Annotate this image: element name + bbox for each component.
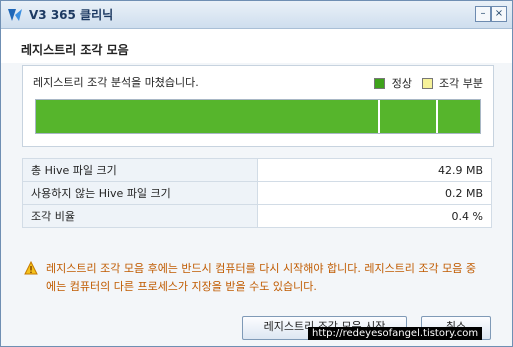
map-segment: [36, 100, 378, 133]
fragmentation-map: [35, 99, 481, 134]
analysis-message: 레지스트리 조각 분석을 마쳤습니다.: [33, 76, 199, 89]
legend-normal-label: 정상: [391, 77, 413, 90]
title-bar: V3 365 클리닉 – ×: [1, 1, 512, 29]
table-row: 조각 비율 0.4 %: [22, 204, 492, 228]
legend: 정상 조각 부분: [374, 75, 483, 91]
info-value: 0.4 %: [257, 204, 492, 228]
info-value: 42.9 MB: [257, 158, 492, 182]
page-title: 레지스트리 조각 모음: [21, 43, 129, 57]
table-row: 총 Hive 파일 크기 42.9 MB: [22, 158, 492, 182]
minimize-button[interactable]: –: [475, 6, 491, 22]
table-row: 사용하지 않는 Hive 파일 크기 0.2 MB: [22, 181, 492, 205]
analysis-panel: 레지스트리 조각 분석을 마쳤습니다. 정상 조각 부분: [22, 65, 494, 147]
info-label: 사용하지 않는 Hive 파일 크기: [22, 181, 258, 205]
warning-icon: [24, 261, 38, 275]
fragment-swatch: [421, 77, 433, 89]
info-table: 총 Hive 파일 크기 42.9 MB 사용하지 않는 Hive 파일 크기 …: [22, 158, 492, 228]
info-label: 총 Hive 파일 크기: [22, 158, 258, 182]
info-label: 조각 비율: [22, 204, 258, 228]
map-segment: [380, 100, 436, 133]
legend-fragment-label: 조각 부분: [439, 77, 483, 90]
warning-text: 레지스트리 조각 모음 후에는 반드시 컴퓨터를 다시 시작해야 합니다. 레지…: [46, 262, 477, 293]
close-button[interactable]: ×: [491, 6, 507, 22]
info-value: 0.2 MB: [257, 181, 492, 205]
app-window: V3 365 클리닉 – × 레지스트리 조각 모음 레지스트리 조각 분석을 …: [0, 0, 513, 347]
page-header: 레지스트리 조각 모음: [1, 29, 512, 63]
v3-logo-icon: [8, 9, 22, 21]
watermark: http://redeyesofangel.tistory.com: [308, 327, 483, 340]
window-title: V3 365 클리닉: [29, 8, 114, 22]
normal-swatch: [374, 77, 386, 89]
map-segment: [438, 100, 480, 133]
